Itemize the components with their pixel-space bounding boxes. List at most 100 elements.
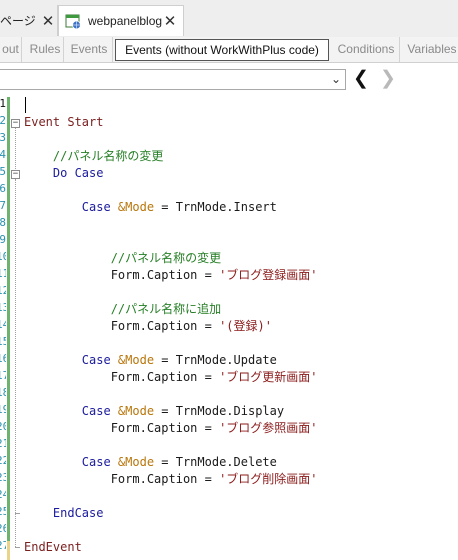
code-token: = TrnMode.Update (154, 353, 277, 367)
line-number: 23 (0, 471, 6, 484)
line-number: 18 (0, 386, 6, 399)
line-number: 27 (0, 539, 6, 552)
webpanel-icon (65, 14, 81, 29)
line-number: 25 (0, 505, 6, 518)
tab-page[interactable]: ページ ✕ (0, 5, 58, 36)
code-token: Form.Caption = (24, 421, 220, 435)
fold-guide-docase (15, 179, 17, 513)
code-token: //パネル名称の変更 (24, 149, 164, 163)
line-number: 1 (0, 97, 6, 110)
part-tab-layout[interactable]: out (0, 37, 22, 62)
code-token: //パネル名称の変更 (24, 251, 222, 265)
line-number: 24 (0, 488, 6, 501)
code-token: Event Start (24, 115, 104, 129)
code-line[interactable]: Form.Caption = 'ブログ削除画面' (24, 471, 318, 488)
line-number: 4 (0, 148, 6, 161)
line-number: 19 (0, 403, 6, 416)
code-line[interactable]: Form.Caption = 'ブログ更新画面' (24, 369, 318, 386)
code-token: 'ブログ参照画面' (219, 421, 318, 435)
code-token: Form.Caption = (24, 370, 220, 384)
navigate-forward-button[interactable]: ❯ (380, 68, 396, 90)
code-line[interactable]: Do Case (24, 165, 104, 182)
line-number: 14 (0, 318, 6, 331)
fold-toggle-do-case[interactable]: − (11, 170, 20, 179)
code-token: &Mode (117, 353, 155, 367)
event-navigator-bar: ⌄ ❮ ❯ (0, 63, 458, 98)
line-number: 7 (0, 199, 6, 212)
line-number: 5 (0, 165, 6, 178)
code-token: Do Case (24, 166, 104, 180)
line-number: 8 (0, 216, 6, 229)
line-number: 16 (0, 352, 6, 365)
code-token: 'ブログ登録画面' (219, 268, 318, 282)
close-icon[interactable]: ✕ (39, 12, 57, 30)
fold-toggle-event-start[interactable]: − (11, 119, 20, 128)
code-token: &Mode (117, 455, 155, 469)
line-number: 20 (0, 420, 6, 433)
code-line[interactable]: Form.Caption = 'ブログ参照画面' (24, 420, 318, 437)
line-number: 9 (0, 233, 6, 246)
fold-end-event (15, 547, 20, 548)
object-parts-bar: out Rules Events Events (without WorkWit… (0, 37, 458, 63)
event-selector-dropdown[interactable]: ⌄ (0, 69, 346, 90)
navigate-back-button[interactable]: ❮ (353, 68, 369, 90)
code-token: Form.Caption = (24, 472, 220, 486)
code-line[interactable]: //パネル名称の変更 (24, 250, 221, 267)
line-number: 6 (0, 182, 6, 195)
part-tab-conditions[interactable]: Conditions (333, 37, 400, 62)
change-bar (7, 97, 10, 541)
code-token: Case (24, 404, 118, 418)
tab-page-label: ページ (0, 14, 36, 28)
close-icon[interactable]: ✕ (161, 12, 179, 30)
code-token: EndEvent (24, 540, 82, 554)
text-cursor (25, 97, 26, 113)
code-editor[interactable]: 1234567891011121314151617181920212223242… (0, 97, 458, 560)
code-line[interactable]: Event Start (24, 114, 103, 131)
line-number: 11 (0, 267, 6, 280)
line-number: 2 (0, 114, 6, 127)
code-line[interactable]: EndCase (24, 505, 104, 522)
line-number: 15 (0, 335, 6, 348)
code-token: Case (24, 455, 118, 469)
code-token: = TrnMode.Delete (154, 455, 277, 469)
code-line[interactable]: Case &Mode = TrnMode.Delete (24, 454, 277, 471)
line-number: 22 (0, 454, 6, 467)
code-token: Form.Caption = (24, 319, 220, 333)
line-number: 26 (0, 522, 6, 535)
chevron-down-icon: ⌄ (330, 72, 341, 86)
line-number: 21 (0, 437, 6, 450)
code-token: //パネル名称に追加 (24, 302, 222, 316)
code-token: &Mode (117, 200, 155, 214)
code-line[interactable]: Case &Mode = TrnMode.Display (24, 403, 284, 420)
code-token: EndCase (24, 506, 104, 520)
code-line[interactable]: Case &Mode = TrnMode.Update (24, 352, 277, 369)
line-number: 12 (0, 284, 6, 297)
line-number: 10 (0, 250, 6, 263)
part-tab-variables[interactable]: Variables (403, 37, 458, 62)
part-tab-rules[interactable]: Rules (27, 37, 64, 62)
line-number-gutter: 1234567891011121314151617181920212223242… (0, 97, 6, 560)
code-token: 'ブログ更新画面' (219, 370, 318, 384)
code-token: Case (24, 353, 118, 367)
tab-webpanelblog-label: webpanelblog (88, 14, 163, 28)
code-token: 'ブログ削除画面' (219, 472, 318, 486)
line-number: 13 (0, 301, 6, 314)
code-token: = TrnMode.Insert (154, 200, 277, 214)
code-line[interactable]: Form.Caption = 'ブログ登録画面' (24, 267, 318, 284)
line-number: 3 (0, 131, 6, 144)
part-tab-events[interactable]: Events (66, 37, 113, 62)
code-token: &Mode (117, 404, 155, 418)
code-line[interactable]: //パネル名称の変更 (24, 148, 163, 165)
code-token: = TrnMode.Display (154, 404, 285, 418)
tab-webpanelblog[interactable]: webpanelblog ✕ (58, 5, 184, 36)
code-token: Case (24, 200, 118, 214)
code-token: Form.Caption = (24, 268, 220, 282)
code-line[interactable]: EndEvent (24, 539, 82, 556)
fold-end-docase (15, 513, 20, 514)
line-number: 17 (0, 369, 6, 382)
code-line[interactable]: Case &Mode = TrnMode.Insert (24, 199, 277, 216)
part-tab-events-without-wwp[interactable]: Events (without WorkWithPlus code) (115, 39, 329, 61)
code-token: '(登録)' (219, 319, 272, 333)
code-line[interactable]: //パネル名称に追加 (24, 301, 221, 318)
code-line[interactable]: Form.Caption = '(登録)' (24, 318, 272, 335)
